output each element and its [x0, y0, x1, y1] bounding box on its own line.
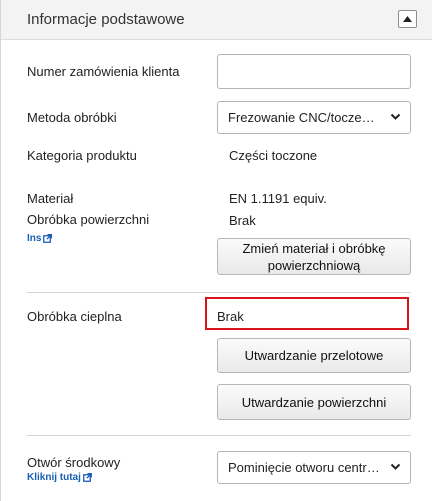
surface-hardening-button[interactable]: Utwardzanie powierzchni	[217, 384, 411, 420]
chevron-down-icon	[390, 113, 401, 120]
external-link-icon	[83, 473, 92, 482]
product-category-value: Części toczone	[229, 148, 318, 163]
chevron-down-icon	[390, 463, 401, 470]
change-material-button-label: Zmień materiał i obróbkę powierzchniową	[242, 240, 386, 273]
center-hole-link-label: Kliknij tutaj	[27, 472, 81, 483]
triangle-up-icon	[403, 16, 412, 22]
through-hardening-button-label: Utwardzanie przelotowe	[244, 348, 384, 363]
order-number-input[interactable]	[217, 54, 411, 89]
surface-hardening-button-label: Utwardzanie powierzchni	[241, 394, 387, 410]
collapse-button[interactable]	[398, 10, 417, 28]
surface-treatment-label: Obróbka powierzchni	[27, 212, 150, 227]
machining-method-selected: Frezowanie CNC/toczenie CNC	[228, 110, 380, 125]
through-hardening-button[interactable]: Utwardzanie przelotowe	[217, 338, 411, 373]
external-link-icon	[43, 234, 53, 243]
machining-method-label: Metoda obróbki	[27, 110, 117, 125]
material-value: EN 1.1191 equiv.	[229, 191, 327, 206]
section-header: Informacje podstawowe	[1, 0, 432, 40]
machining-method-select[interactable]: Frezowanie CNC/toczenie CNC	[217, 101, 411, 134]
section-title: Informacje podstawowe	[27, 11, 185, 28]
divider	[27, 292, 411, 293]
heat-treatment-label: Obróbka cieplna	[27, 309, 122, 324]
product-category-label: Kategoria produktu	[27, 148, 137, 163]
change-material-button[interactable]: Zmień materiał i obróbkę powierzchniową	[217, 238, 411, 275]
center-hole-info-link[interactable]: Kliknij tutaj	[27, 472, 92, 483]
material-label: Materiał	[27, 191, 74, 206]
surface-treatment-link-label: Ins	[27, 233, 42, 244]
center-hole-selected: Pominięcie otworu centralnego	[228, 460, 380, 475]
center-hole-label: Otwór środkowy	[27, 455, 121, 470]
heat-treatment-value: Brak	[217, 309, 244, 324]
order-number-label: Numer zamówienia klienta	[27, 64, 180, 79]
surface-treatment-value: Brak	[229, 213, 256, 228]
center-hole-select[interactable]: Pominięcie otworu centralnego	[217, 451, 411, 484]
surface-treatment-info-link[interactable]: Ins	[27, 233, 53, 244]
divider	[27, 435, 411, 436]
basic-info-panel: Informacje podstawowe Numer zamówienia k…	[0, 0, 432, 501]
